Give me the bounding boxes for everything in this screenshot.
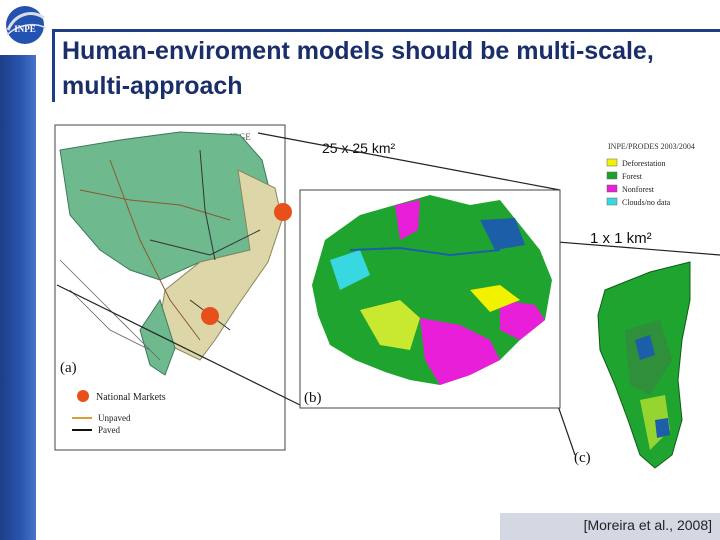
market-marker-northeast: [274, 203, 292, 221]
brazil-roads-map: Source: IBGE (a) National Markets Unpave…: [54, 124, 292, 451]
legend-label-paved: Paved: [98, 425, 120, 435]
legal-amazon-landcover-map: (b): [299, 189, 561, 409]
legend-swatch-forest: [606, 171, 618, 180]
legend-swatch-deforestation: [606, 158, 618, 167]
legend-label-deforestation: Deforestation: [622, 159, 666, 168]
legend-swatch-markets: [77, 390, 89, 402]
legend-label-forest: Forest: [622, 172, 643, 181]
legend-swatch-clouds: [606, 197, 618, 206]
panel-label-c: (c): [574, 450, 591, 466]
prodes-legend: INPE/PRODES 2003/2004 Deforestation Fore…: [606, 142, 695, 207]
panel-label-b: (b): [304, 390, 322, 406]
panel-label-a: (a): [60, 360, 77, 376]
market-marker-southeast: [201, 307, 219, 325]
legend-label-unpaved: Unpaved: [98, 413, 131, 423]
local-detail-map: (c): [574, 261, 691, 469]
citation-text: [Moreira et al., 2008]: [583, 517, 712, 533]
legend-label-markets: National Markets: [96, 392, 166, 403]
legend-label-nonforest: Nonforest: [622, 185, 655, 194]
legend-label-clouds: Clouds/no data: [622, 198, 671, 207]
citation-footer: [Moreira et al., 2008]: [500, 513, 720, 540]
legend-swatch-nonforest: [606, 184, 618, 193]
map-b-source: INPE/PRODES 2003/2004: [608, 142, 695, 151]
multi-scale-diagram: Source: IBGE (a) National Markets Unpave…: [54, 124, 720, 469]
